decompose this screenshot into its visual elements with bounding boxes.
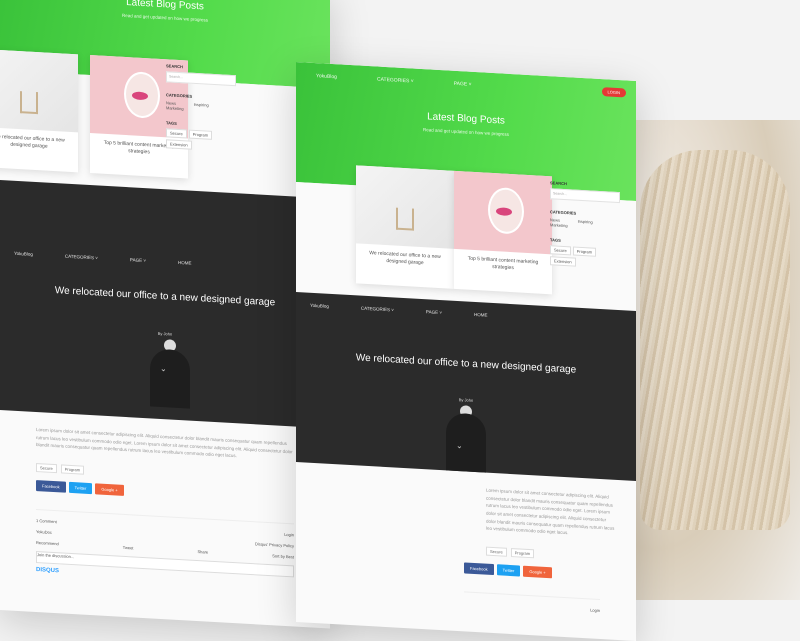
- tags-heading: TAGS: [166, 120, 177, 126]
- post-title: We relocated our office to a new designe…: [54, 285, 276, 309]
- nav-page[interactable]: PAGE ˅: [130, 257, 146, 263]
- twitter-share-button[interactable]: Twitter: [496, 564, 521, 577]
- google-share-button[interactable]: Google +: [95, 483, 124, 496]
- page-mockup-left: Latest Blog Posts Read and get updated o…: [0, 0, 330, 629]
- comments-section: Login: [464, 591, 600, 613]
- background-hair: [640, 150, 790, 530]
- login-link[interactable]: Login: [590, 607, 600, 613]
- nav-brand[interactable]: YokuBlog: [310, 303, 329, 309]
- tag[interactable]: Secure: [36, 462, 57, 474]
- twitter-share-button[interactable]: Twitter: [68, 481, 93, 495]
- nav-categories[interactable]: CATEGORIES ˅: [361, 306, 394, 313]
- card-image: [0, 48, 78, 133]
- card-image: [454, 170, 552, 255]
- nav-page[interactable]: PAGE ˅: [454, 81, 472, 88]
- privacy-link[interactable]: Disqus' Privacy Policy: [255, 541, 294, 548]
- nav-brand[interactable]: YokuBlog: [14, 251, 33, 257]
- share-button[interactable]: Share: [197, 549, 208, 555]
- google-share-button[interactable]: Google +: [523, 565, 552, 579]
- sidebar: SEARCH Search... CATEGORIES News Marketin…: [550, 176, 620, 271]
- search-input[interactable]: Search...: [550, 188, 620, 204]
- post-hero: YokuBlog CATEGORIES ˅ PAGE ˅ HOME We rel…: [0, 180, 330, 429]
- nav-brand[interactable]: YokuBlog: [316, 73, 337, 80]
- nav-categories[interactable]: CATEGORIES ˅: [377, 77, 414, 85]
- blog-list: We relocated our office to a new designe…: [0, 48, 330, 199]
- tag[interactable]: Extension: [550, 256, 576, 267]
- chevron-down-icon[interactable]: ⌄: [456, 441, 463, 450]
- nav-home[interactable]: HOME: [474, 312, 488, 318]
- site-name: YokuDoc: [36, 528, 52, 535]
- post-nav: YokuBlog CATEGORIES ˅ PAGE ˅ HOME: [14, 251, 316, 273]
- post-hero-figure: [150, 348, 190, 409]
- nav-categories[interactable]: CATEGORIES ˅: [65, 254, 98, 261]
- tag[interactable]: Program: [188, 129, 213, 140]
- post-hero: YokuBlog CATEGORIES ˅ PAGE ˅ HOME We rel…: [296, 292, 636, 482]
- category-link[interactable]: Marketing: [166, 105, 184, 111]
- search-heading: SEARCH: [166, 63, 183, 70]
- recommend-button[interactable]: Recommend: [36, 540, 59, 546]
- comments-section: 1 Comment Login YokuDoc Disqus' Privacy Po…: [36, 508, 294, 588]
- categories-heading: CATEGORIES: [550, 209, 577, 216]
- post-hero-figure: [446, 412, 486, 473]
- page-mockup-right: YokuBlog CATEGORIES ˅ PAGE ˅ LOGIN Lates…: [296, 62, 636, 641]
- tag[interactable]: Secure: [166, 128, 187, 139]
- card-image: [356, 165, 454, 249]
- login-button[interactable]: LOGIN: [601, 87, 626, 98]
- facebook-share-button[interactable]: Facebook: [36, 479, 66, 493]
- tweet-button[interactable]: Tweet: [123, 545, 134, 551]
- post-title: We relocated our office to a new designe…: [355, 352, 577, 376]
- facebook-share-button[interactable]: Facebook: [464, 562, 494, 575]
- hero-nav: YokuBlog CATEGORIES ˅ PAGE ˅: [316, 73, 616, 96]
- tag-list: Secure ProgramExtension: [166, 128, 236, 154]
- category-link[interactable]: Inspiring: [578, 219, 593, 230]
- search-input[interactable]: Search...: [166, 71, 236, 87]
- blog-card[interactable]: We relocated our office to a new designe…: [0, 48, 78, 173]
- blog-list: We relocated our office to a new designe…: [296, 165, 636, 312]
- chevron-down-icon[interactable]: ⌄: [160, 364, 167, 373]
- search-heading: SEARCH: [550, 180, 567, 187]
- tag[interactable]: Program: [572, 246, 597, 257]
- category-link[interactable]: Marketing: [550, 222, 568, 228]
- category-link[interactable]: Inspiring: [194, 102, 209, 113]
- blog-card[interactable]: Top 5 brilliant content marketing strate…: [454, 170, 552, 295]
- tag[interactable]: Secure: [486, 546, 507, 557]
- categories-heading: CATEGORIES: [166, 92, 193, 99]
- tag[interactable]: Secure: [550, 245, 571, 256]
- sort-dropdown[interactable]: Sort by Best: [272, 553, 294, 559]
- category-list: News Marketing Inspiring: [550, 217, 620, 231]
- tag[interactable]: Program: [510, 547, 535, 559]
- category-list: News Marketing Inspiring: [166, 100, 236, 114]
- tag[interactable]: Extension: [166, 139, 192, 150]
- blog-card[interactable]: We relocated our office to a new designe…: [356, 165, 454, 289]
- nav-page[interactable]: PAGE ˅: [426, 309, 442, 315]
- login-link[interactable]: Login: [284, 532, 294, 538]
- tag[interactable]: Program: [60, 464, 85, 475]
- comments-count: 1 Comment: [36, 517, 57, 525]
- tag-list: Secure ProgramExtension: [550, 245, 620, 271]
- nav-home[interactable]: HOME: [178, 260, 192, 266]
- tags-heading: TAGS: [550, 237, 561, 243]
- sidebar: SEARCH Search... CATEGORIES News Marketin…: [166, 59, 236, 154]
